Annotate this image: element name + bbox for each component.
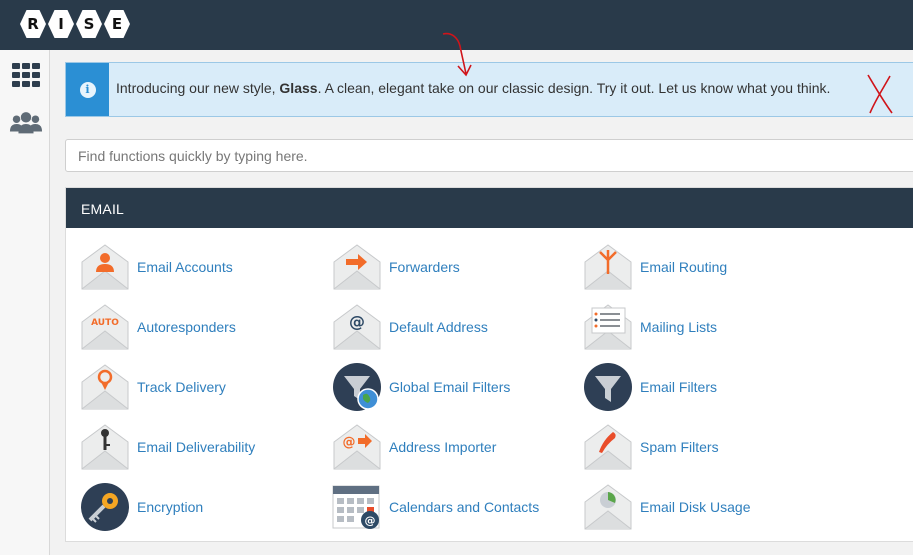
annotation-arrow [442,32,472,77]
notice-accent: i [66,63,109,116]
email-section-title: EMAIL [66,188,913,228]
annotation-x-mark [867,74,893,114]
email-disk-usage-link[interactable]: Email Disk Usage [583,482,750,532]
spam-filters-icon [584,424,632,470]
logo-letter: I [48,10,74,38]
notice-rest: . A clean, elegant take on our classic d… [317,80,831,96]
svg-text:@: @ [349,312,365,331]
sidebar [0,50,50,555]
item-label: Email Routing [640,259,728,275]
logo-letter: S [76,10,102,38]
email-deliverability-link[interactable]: Email Deliverability [80,422,255,472]
track-delivery-link[interactable]: Track Delivery [80,362,226,412]
default-address-link[interactable]: @ Default Address [332,302,488,352]
autoresponders-icon: AUTO [81,304,129,350]
address-importer-link[interactable]: @ Address Importer [332,422,496,472]
item-label: Email Accounts [137,259,233,275]
calendars-contacts-link[interactable]: @ Calendars and Contacts [332,482,539,532]
svg-text:@: @ [365,514,376,527]
notice-text: Introducing our new style, Glass. A clea… [116,80,830,96]
search-input[interactable] [65,139,913,172]
email-routing-icon [584,244,632,290]
global-email-filters-link[interactable]: Global Email Filters [332,362,510,412]
item-label: Autoresponders [137,319,236,335]
rise-logo[interactable]: R I S E [20,10,130,38]
logo-letter: R [20,10,46,38]
glass-notice-banner: i Introducing our new style, Glass. A cl… [65,62,913,117]
item-label: Address Importer [389,439,497,455]
global-email-filters-icon [333,363,381,411]
email-panel: EMAIL Email Accounts Forwarders Email Ro… [65,187,913,542]
item-label: Email Filters [640,379,718,395]
notice-highlight[interactable]: Glass [279,80,317,96]
default-address-icon: @ [333,304,381,350]
address-importer-icon: @ [333,424,381,470]
item-label: Forwarders [389,259,460,275]
item-label: Email Deliverability [137,439,256,455]
info-icon: i [79,81,96,98]
email-deliverability-icon [81,424,129,470]
email-accounts-icon [81,244,129,290]
grid-icon[interactable] [9,60,43,90]
item-label: Mailing Lists [640,319,718,335]
item-label: Calendars and Contacts [389,499,540,515]
track-delivery-icon [81,364,129,410]
mailing-lists-icon [584,304,632,350]
email-routing-link[interactable]: Email Routing [583,242,727,292]
spam-filters-link[interactable]: Spam Filters [583,422,719,472]
notice-intro: Introducing our new style, [116,80,280,96]
users-icon[interactable] [9,108,43,138]
svg-text:AUTO: AUTO [91,318,119,328]
encryption-link[interactable]: Encryption [80,482,203,532]
mailing-lists-link[interactable]: Mailing Lists [583,302,717,352]
email-filters-icon [584,363,632,411]
encryption-icon [81,483,129,531]
forwarders-link[interactable]: Forwarders [332,242,460,292]
calendar-icon: @ [332,485,380,529]
item-label: Spam Filters [640,439,719,455]
item-label: Encryption [137,499,204,515]
email-accounts-link[interactable]: Email Accounts [80,242,233,292]
email-filters-link[interactable]: Email Filters [583,362,717,412]
item-label: Default Address [389,319,488,335]
item-label: Email Disk Usage [640,499,751,515]
svg-text:@: @ [343,435,356,450]
logo-letter: E [104,10,130,38]
forwarders-icon [333,244,381,290]
disk-usage-icon [584,484,632,530]
item-label: Global Email Filters [389,379,511,395]
autoresponders-link[interactable]: AUTO Autoresponders [80,302,236,352]
item-label: Track Delivery [137,379,226,395]
